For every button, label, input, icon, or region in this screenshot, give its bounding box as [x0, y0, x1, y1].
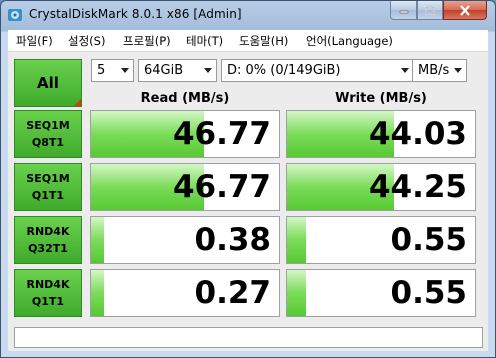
chevron-down-icon — [204, 68, 212, 73]
unit-select[interactable]: MB/s — [412, 59, 467, 82]
test-params: Q32T1 — [28, 242, 68, 255]
test-size-value: 64GiB — [144, 63, 184, 78]
test-params: Q1T1 — [31, 295, 65, 308]
read-header: Read (MB/s) — [140, 91, 230, 106]
app-disk-icon — [8, 9, 22, 21]
write-value: 0.55 — [390, 222, 468, 258]
write-value: 0.55 — [390, 275, 468, 311]
read-value: 0.27 — [194, 275, 272, 311]
write-bar — [287, 270, 306, 316]
drive-value: D: 0% (0/149GiB) — [227, 63, 341, 78]
write-header: Write (MB/s) — [335, 91, 427, 106]
menu-file[interactable]: 파일(F) — [16, 33, 53, 49]
write-result-cell: 44.25 — [286, 163, 476, 211]
read-result-cell: 46.77 — [90, 110, 280, 158]
read-result-cell: 0.27 — [90, 269, 280, 317]
read-value: 0.38 — [194, 222, 272, 258]
comment-field[interactable] — [14, 327, 483, 348]
test-params: Q8T1 — [31, 136, 65, 149]
test-name: RND4K — [26, 225, 70, 238]
test-name: RND4K — [26, 278, 70, 291]
chevron-down-icon — [454, 68, 462, 73]
test-button-rnd4k-q32t1[interactable]: RND4K Q32T1 — [14, 216, 82, 264]
chevron-down-icon — [121, 68, 129, 73]
menu-language[interactable]: 언어(Language) — [306, 33, 393, 49]
unit-value: MB/s — [418, 63, 450, 78]
client-area: 파일(F) 설정(S) 프로필(P) 테마(T) 도움말(H) 언어(Langu… — [8, 30, 488, 351]
test-button-seq1m-q1t1[interactable]: SEQ1M Q1T1 — [14, 163, 82, 211]
menu-bar: 파일(F) 설정(S) 프로필(P) 테마(T) 도움말(H) 언어(Langu… — [8, 30, 488, 51]
benchmark-panel: All 5 64GiB D: 0% (0/149GiB) MB/s Read (… — [8, 51, 488, 351]
test-count-value: 5 — [97, 63, 106, 78]
test-button-seq1m-q8t1[interactable]: SEQ1M Q8T1 — [14, 110, 82, 158]
test-size-select[interactable]: 64GiB — [138, 59, 217, 82]
read-bar — [91, 217, 105, 263]
run-all-button[interactable]: All — [14, 59, 82, 107]
corner-marker — [74, 99, 81, 106]
menu-settings[interactable]: 설정(S) — [68, 33, 105, 49]
read-bar — [91, 270, 105, 316]
write-result-cell: 0.55 — [286, 269, 476, 317]
maximize-button[interactable] — [417, 1, 443, 20]
chevron-down-icon — [401, 68, 409, 73]
menu-profile[interactable]: 프로필(P) — [123, 33, 171, 49]
maximize-icon — [425, 5, 435, 15]
read-value: 46.77 — [172, 116, 271, 152]
close-button[interactable] — [443, 1, 487, 20]
write-value: 44.25 — [368, 169, 467, 205]
write-bar — [287, 217, 306, 263]
title-bar[interactable]: CrystalDiskMark 8.0.1 x86 [Admin] — [1, 1, 495, 29]
test-name: SEQ1M — [26, 172, 70, 185]
write-value: 44.03 — [368, 116, 467, 152]
minimize-icon — [399, 10, 408, 14]
close-icon — [460, 4, 470, 16]
test-params: Q1T1 — [31, 189, 65, 202]
test-name: SEQ1M — [26, 119, 70, 132]
menu-help[interactable]: 도움말(H) — [239, 33, 288, 49]
minimize-button[interactable] — [390, 1, 417, 20]
drive-select[interactable]: D: 0% (0/149GiB) — [221, 59, 414, 82]
app-window: CrystalDiskMark 8.0.1 x86 [Admin] 파일(F) … — [0, 0, 496, 358]
menu-theme[interactable]: 테마(T) — [186, 33, 223, 49]
test-button-rnd4k-q1t1[interactable]: RND4K Q1T1 — [14, 269, 82, 317]
read-result-cell: 46.77 — [90, 163, 280, 211]
read-result-cell: 0.38 — [90, 216, 280, 264]
window-title: CrystalDiskMark 8.0.1 x86 [Admin] — [29, 7, 242, 21]
read-value: 46.77 — [172, 169, 271, 205]
write-result-cell: 0.55 — [286, 216, 476, 264]
run-all-label: All — [37, 74, 59, 92]
test-count-select[interactable]: 5 — [91, 59, 134, 82]
write-result-cell: 44.03 — [286, 110, 476, 158]
